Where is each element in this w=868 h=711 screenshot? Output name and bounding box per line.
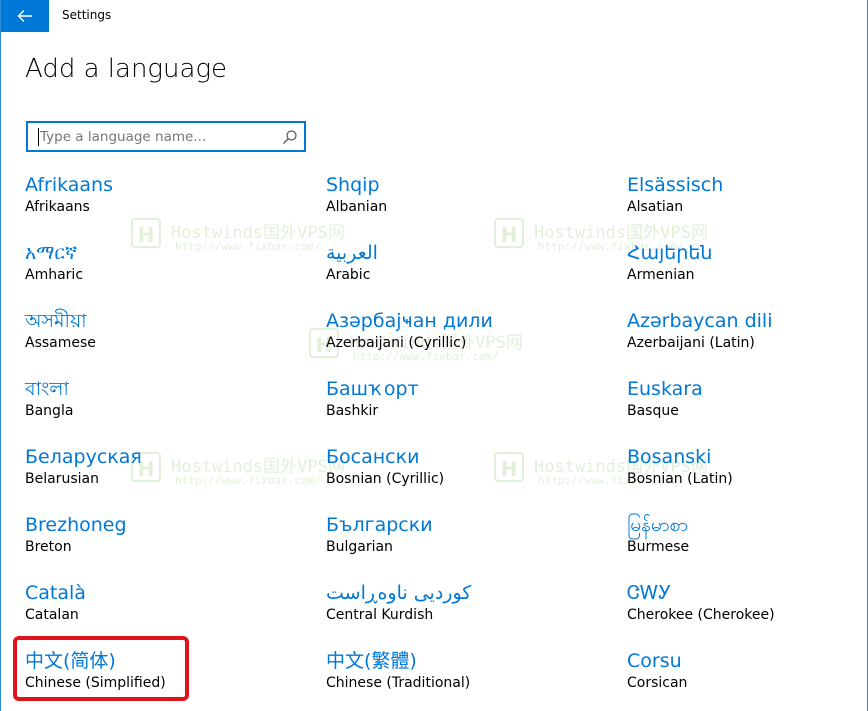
search-input[interactable] — [36, 127, 278, 147]
language-item-azerbaijani-latin[interactable]: Azərbaycan dili Azerbaijani (Latin) — [627, 308, 773, 353]
language-english-name: Afrikaans — [25, 199, 90, 215]
language-english-name: Belarusian — [25, 471, 99, 487]
language-native-name: Беларуская — [25, 446, 142, 468]
language-native-name: ᏣᎳᎩ — [627, 582, 672, 604]
language-english-name: Amharic — [25, 267, 84, 283]
search-box[interactable] — [26, 121, 306, 152]
language-english-name: Burmese — [627, 539, 690, 555]
language-native-name: বাংলা — [25, 378, 69, 400]
language-english-name: Central Kurdish — [326, 607, 434, 623]
watermark-logo-icon: H — [494, 452, 524, 482]
language-native-name: Euskara — [627, 378, 703, 400]
language-item-bosnian-latin[interactable]: Bosanski Bosnian (Latin) — [627, 444, 733, 489]
language-english-name: Albanian — [326, 199, 388, 215]
language-english-name: Azerbaijani (Cyrillic) — [326, 335, 467, 351]
watermark-logo-icon: H — [494, 218, 524, 248]
language-native-name: অসমীয়া — [25, 310, 87, 332]
language-item-bashkir[interactable]: Башҡорт Bashkir — [326, 376, 419, 421]
language-english-name: Bangla — [25, 403, 74, 419]
language-native-name: Corsu — [627, 650, 682, 672]
selection-highlight-box — [13, 636, 189, 701]
language-item-azerbaijani-cyrillic[interactable]: Азәрбајҹан дили Azerbaijani (Cyrillic) — [326, 308, 493, 353]
language-item-albanian[interactable]: Shqip Albanian — [326, 172, 387, 217]
language-item-alsatian[interactable]: Elsässisch Alsatian — [627, 172, 723, 217]
language-item-basque[interactable]: Euskara Basque — [627, 376, 703, 421]
language-native-name: አማርኛ — [25, 242, 78, 264]
language-item-amharic[interactable]: አማርኛ Amharic — [25, 240, 83, 285]
app-title: Settings — [62, 8, 112, 22]
language-english-name: Bosnian (Cyrillic) — [326, 471, 445, 487]
language-item-catalan[interactable]: Català Catalan — [25, 580, 86, 625]
language-english-name: Basque — [627, 403, 679, 419]
language-native-name: Български — [326, 514, 433, 536]
language-item-chinese-traditional[interactable]: 中文(繁體) Chinese (Traditional) — [326, 648, 470, 693]
language-english-name: Bulgarian — [326, 539, 393, 555]
search-icon[interactable] — [282, 129, 298, 145]
language-native-name: Հայերեն — [627, 242, 713, 264]
language-item-burmese[interactable]: မြန်မာစာ Burmese — [627, 512, 689, 557]
language-native-name: 中文(繁體) — [326, 650, 417, 672]
language-native-name: Башҡорт — [326, 378, 419, 400]
language-item-bosnian-cyrillic[interactable]: Босански Bosnian (Cyrillic) — [326, 444, 444, 489]
language-item-assamese[interactable]: অসমীয়া Assamese — [25, 308, 96, 353]
language-native-name: العربية — [326, 242, 378, 264]
language-native-name: Босански — [326, 446, 420, 468]
language-item-belarusian[interactable]: Беларуская Belarusian — [25, 444, 142, 489]
language-english-name: Alsatian — [627, 199, 684, 215]
language-native-name: Brezhoneg — [25, 514, 127, 536]
language-native-name: Català — [25, 582, 86, 604]
language-native-name: Bosanski — [627, 446, 712, 468]
language-english-name: Arabic — [326, 267, 371, 283]
language-item-bulgarian[interactable]: Български Bulgarian — [326, 512, 433, 557]
language-english-name: Bosnian (Latin) — [627, 471, 733, 487]
language-english-name: Cherokee (Cherokee) — [627, 607, 775, 623]
watermark-url: http://www.fixbar.com/ — [175, 474, 321, 487]
language-english-name: Assamese — [25, 335, 96, 351]
language-native-name: မြန်မာစာ — [627, 514, 689, 536]
watermark-brand: Hostwinds国外VPS网 — [171, 223, 345, 243]
text-caret — [38, 128, 39, 146]
language-item-arabic[interactable]: العربية Arabic — [326, 240, 378, 285]
back-button[interactable] — [1, 0, 49, 32]
language-english-name: Chinese (Traditional) — [326, 675, 471, 691]
language-native-name: Azərbaycan dili — [627, 310, 773, 332]
title-bar: Settings — [1, 0, 868, 32]
language-native-name: Shqip — [326, 174, 380, 196]
language-native-name: کوردیی ناوەڕاست — [326, 582, 472, 604]
language-native-name: Азәрбајҹан дили — [326, 310, 493, 332]
language-native-name: Afrikaans — [25, 174, 113, 196]
language-native-name: Elsässisch — [627, 174, 724, 196]
language-english-name: Azerbaijani (Latin) — [627, 335, 755, 351]
language-english-name: Armenian — [627, 267, 695, 283]
watermark-logo-icon: H — [131, 218, 161, 248]
watermark-brand: Hostwinds国外VPS网 — [171, 457, 345, 477]
back-arrow-icon — [17, 10, 32, 22]
language-english-name: Catalan — [25, 607, 79, 623]
language-english-name: Breton — [25, 539, 72, 555]
language-item-breton[interactable]: Brezhoneg Breton — [25, 512, 127, 557]
language-english-name: Bashkir — [326, 403, 379, 419]
language-english-name: Corsican — [627, 675, 688, 691]
language-item-afrikaans[interactable]: Afrikaans Afrikaans — [25, 172, 113, 217]
page-title: Add a language — [25, 54, 228, 84]
language-item-cherokee[interactable]: ᏣᎳᎩ Cherokee (Cherokee) — [627, 580, 775, 625]
watermark-url: http://www.fixbar.com/ — [175, 240, 321, 253]
language-item-bangla[interactable]: বাংলা Bangla — [25, 376, 73, 421]
language-item-corsican[interactable]: Corsu Corsican — [627, 648, 687, 693]
language-item-armenian[interactable]: Հայերեն Armenian — [627, 240, 712, 285]
language-item-central-kurdish[interactable]: کوردیی ناوەڕاست Central Kurdish — [326, 580, 471, 625]
